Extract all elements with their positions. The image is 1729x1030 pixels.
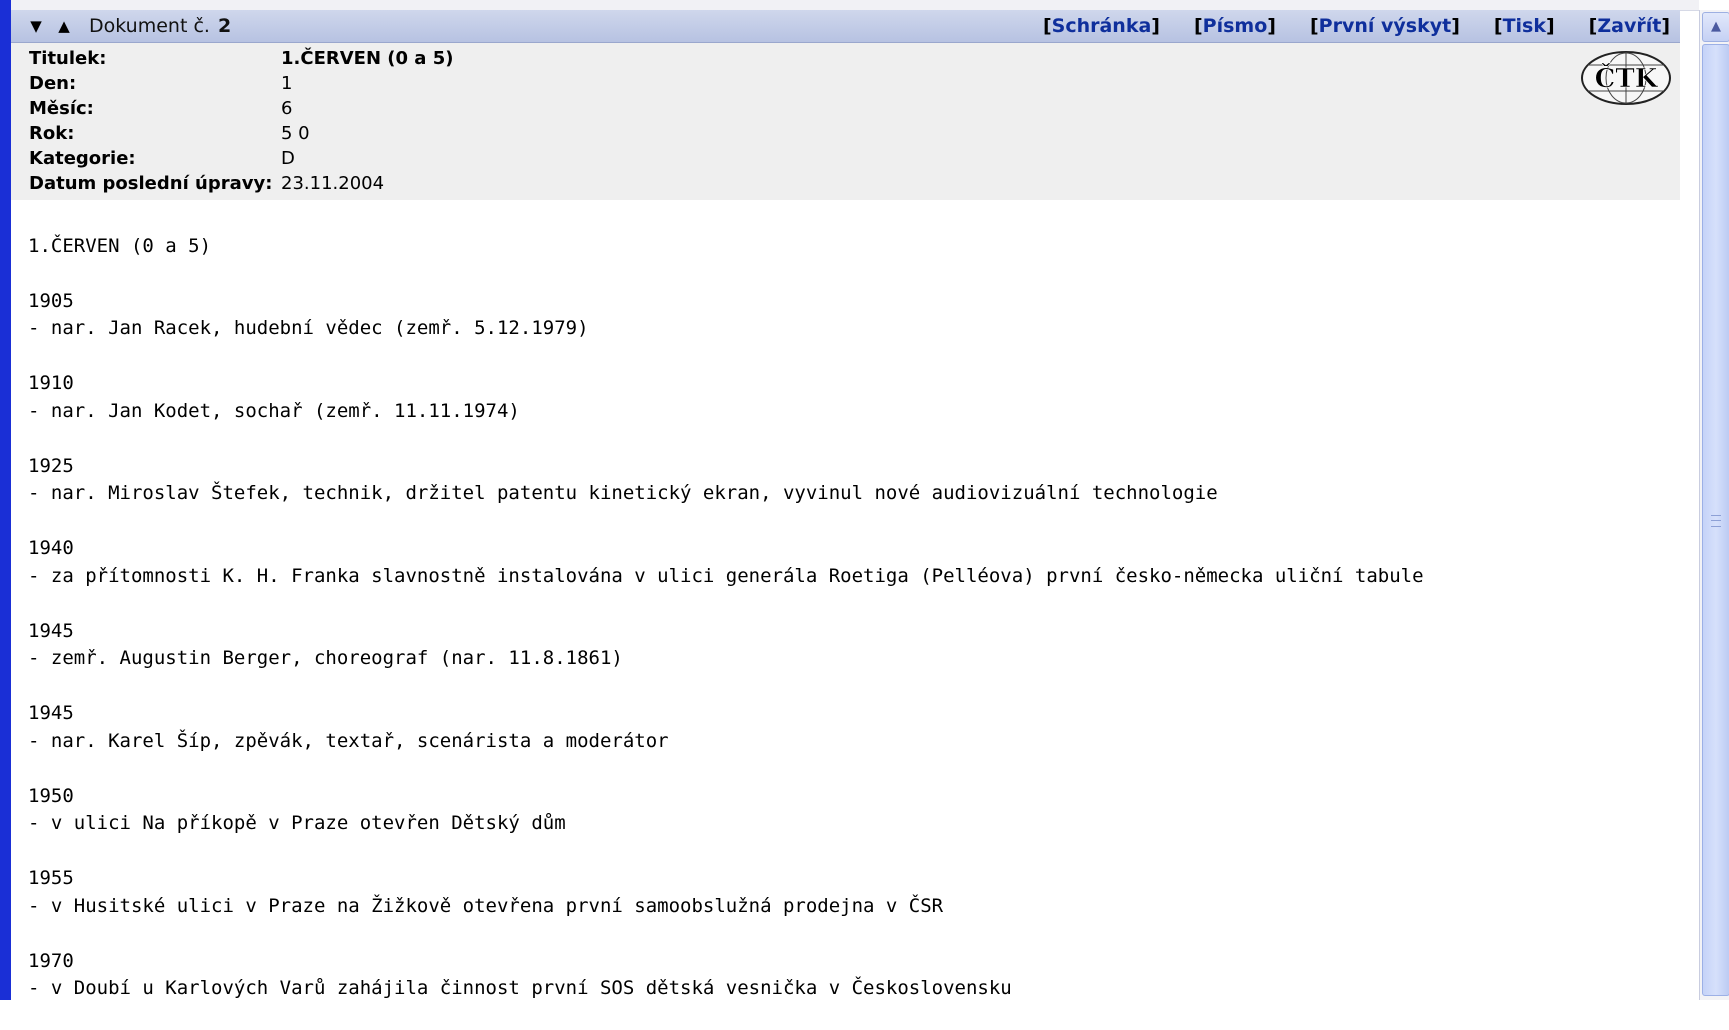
list-item: 1945 - zemř. Augustin Berger, choreograf … bbox=[28, 618, 1668, 673]
entry-text: - zemř. Augustin Berger, choreograf (nar… bbox=[28, 647, 623, 669]
list-item: 1940 - za přítomnosti K. H. Franka slavno… bbox=[28, 535, 1668, 590]
first-occurrence-link[interactable]: [První výskyt] bbox=[1310, 15, 1460, 37]
list-item: 1950 - v ulici Na příkopě v Praze otevřen… bbox=[28, 783, 1668, 838]
window-left-border bbox=[0, 0, 11, 1000]
clipboard-link[interactable]: [Schránka] bbox=[1043, 15, 1160, 37]
meta-label: Den: bbox=[29, 73, 77, 94]
list-item: 1910 - nar. Jan Kodet, sochař (zemř. 11.1… bbox=[28, 370, 1668, 425]
entry-year: 1925 bbox=[28, 454, 74, 477]
entry-text: - nar. Jan Kodet, sochař (zemř. 11.11.19… bbox=[28, 399, 520, 422]
entry-year: 1950 bbox=[28, 784, 74, 807]
list-item: 1970 - v Doubí u Karlových Varů zahájila … bbox=[28, 948, 1668, 1003]
list-item: 1905 - nar. Jan Racek, hudební vědec (zem… bbox=[28, 288, 1668, 343]
meta-value: 1 bbox=[281, 73, 293, 94]
entry-text: - v Husitské ulici v Praze na Žižkově ot… bbox=[28, 894, 944, 917]
entry-year: 1945 bbox=[28, 702, 74, 724]
entry-text: - v ulici Na příkopě v Praze otevřen Dět… bbox=[28, 812, 566, 834]
grip-icon bbox=[1711, 515, 1721, 527]
entry-year: 1955 bbox=[28, 867, 74, 889]
meta-label: Měsíc: bbox=[29, 98, 94, 119]
collapse-icon[interactable]: ▼ bbox=[25, 17, 47, 35]
document-metadata: Titulek: 1.ČERVEN (0 a 5) Den: 1 Měsíc: 6 R… bbox=[11, 43, 1680, 200]
meta-label: Titulek: bbox=[29, 48, 107, 69]
close-link[interactable]: [Zavřít] bbox=[1589, 15, 1670, 37]
meta-label: Kategorie: bbox=[29, 148, 136, 169]
meta-label: Rok: bbox=[29, 123, 75, 144]
entry-year: 1970 bbox=[28, 949, 74, 972]
document-number: 2 bbox=[217, 15, 232, 37]
entry-text: - nar. Jan Racek, hudební vědec (zemř. 5… bbox=[28, 317, 589, 339]
entry-text: - v Doubí u Karlových Varů zahájila činn… bbox=[28, 977, 1012, 999]
logo-text: ČTK bbox=[1595, 62, 1659, 94]
meta-value: 1.ČERVEN (0 a 5) bbox=[281, 48, 454, 69]
entry-year: 1905 bbox=[28, 289, 74, 312]
meta-row-title: Titulek: 1.ČERVEN (0 a 5) bbox=[29, 47, 453, 71]
scrollbar-thumb[interactable] bbox=[1702, 44, 1729, 996]
ctk-logo: ČTK bbox=[1581, 51, 1671, 105]
entry-text: - za přítomnosti K. H. Franka slavnostně… bbox=[28, 564, 1424, 587]
meta-row-day: Den: 1 bbox=[29, 72, 292, 96]
document-titlebar: ▼ ▲ Dokument č. 2 [Schránka] [Písmo] [Pr… bbox=[11, 10, 1680, 43]
entry-year: 1945 bbox=[28, 619, 74, 642]
document-body: 1.ČERVEN (0 a 5) 1905 - nar. Jan Racek, hu… bbox=[28, 205, 1668, 1000]
meta-label: Datum poslední úpravy: bbox=[29, 173, 273, 194]
meta-row-year: Rok: 5 0 bbox=[29, 122, 310, 146]
scroll-up-arrow-icon[interactable]: ▲ bbox=[1702, 12, 1729, 42]
document-label: Dokument č. bbox=[89, 15, 210, 37]
meta-value: 5 0 bbox=[281, 123, 310, 144]
meta-row-month: Měsíc: 6 bbox=[29, 97, 292, 121]
entry-text: - nar. Miroslav Štefek, technik, držitel… bbox=[28, 482, 1218, 504]
expand-icon[interactable]: ▲ bbox=[53, 17, 75, 35]
meta-row-category: Kategorie: D bbox=[29, 147, 295, 171]
meta-value: 23.11.2004 bbox=[281, 173, 385, 194]
entry-text: - nar. Karel Šíp, zpěvák, textař, scenár… bbox=[28, 729, 669, 752]
print-link[interactable]: [Tisk] bbox=[1494, 15, 1555, 37]
document-heading: 1.ČERVEN (0 a 5) bbox=[28, 234, 212, 257]
list-item: 1925 - nar. Miroslav Štefek, technik, drž… bbox=[28, 453, 1668, 508]
entry-year: 1910 bbox=[28, 372, 74, 394]
list-item: 1955 - v Husitské ulici v Praze na Žižkov… bbox=[28, 865, 1668, 920]
meta-row-last-modified: Datum poslední úpravy: 23.11.2004 bbox=[29, 172, 384, 196]
vertical-scrollbar[interactable]: ▲ bbox=[1699, 10, 1729, 1000]
font-link[interactable]: [Písmo] bbox=[1194, 15, 1276, 37]
entry-year: 1940 bbox=[28, 537, 74, 559]
list-item: 1945 - nar. Karel Šíp, zpěvák, textař, sc… bbox=[28, 700, 1668, 755]
meta-value: D bbox=[281, 148, 295, 169]
meta-value: 6 bbox=[281, 98, 293, 119]
